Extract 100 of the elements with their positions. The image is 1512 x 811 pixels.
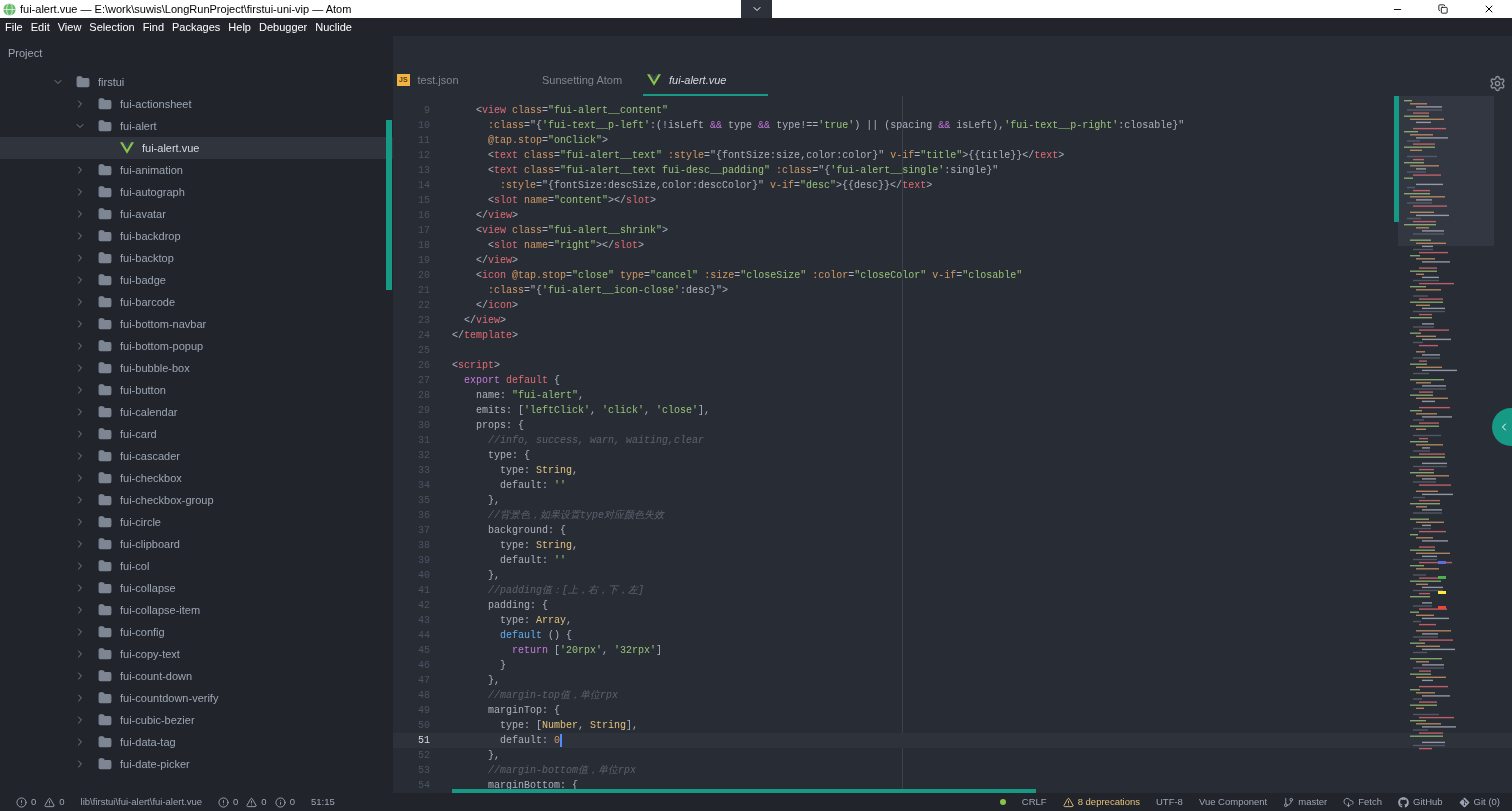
code-line: name: "fui-alert", — [475, 389, 585, 403]
status-item[interactable]: Vue Component — [1198, 794, 1268, 810]
folder-item[interactable]: fui-bubble-box — [0, 357, 393, 379]
menu-item[interactable]: Edit — [26, 18, 54, 36]
folder-item[interactable]: fui-config — [0, 621, 393, 643]
folder-item[interactable]: fui-badge — [0, 269, 393, 291]
code-line: default: '' — [499, 479, 567, 493]
menu-item[interactable]: Selection — [85, 18, 139, 36]
code-line: </view> — [463, 314, 507, 328]
line-number: 51 — [417, 734, 430, 748]
window-title: fui-alert.vue — E:\work\suwis\LongRunProject\firstui-uni-vip — Atom — [20, 1, 352, 17]
code-line: type: [Number, String], — [499, 719, 639, 733]
status-item[interactable]: Fetch — [1358, 794, 1383, 810]
status-item[interactable]: GitHub — [1413, 794, 1443, 810]
folder-item[interactable]: fui-backtop — [0, 247, 393, 269]
folder-item[interactable]: fui-checkbox — [0, 467, 393, 489]
folder-item[interactable]: fui-cascader — [0, 445, 393, 467]
folder-item[interactable]: fui-clipboard — [0, 533, 393, 555]
folder-item[interactable]: fui-data-tag — [0, 731, 393, 753]
code-line: :style="{fontSize:descSize,color:descColor}" v-if="desc">{{desc}}</text> — [499, 179, 933, 193]
code-line: </icon> — [475, 299, 519, 313]
folder-item[interactable]: fui-barcode — [0, 291, 393, 313]
folder-item[interactable]: fui-autograph — [0, 181, 393, 203]
code-line: props: { — [475, 419, 524, 433]
code-line: default: 0 — [499, 733, 563, 748]
menu-item[interactable]: Help — [224, 18, 255, 36]
folder-item[interactable]: fui-countdown-verify — [0, 687, 393, 709]
folder-item[interactable]: fui-avatar — [0, 203, 393, 225]
code-line: //info, success, warn, waiting,clear — [487, 434, 705, 448]
folder-item[interactable]: fui-col — [0, 555, 393, 577]
folder-item[interactable]: fui-bottom-navbar — [0, 313, 393, 335]
code-line: marginTop: { — [487, 704, 561, 718]
error-count: 0 — [233, 794, 239, 809]
code-line: </view> — [475, 209, 519, 223]
folder-item[interactable]: fui-actionsheet — [0, 93, 393, 115]
code-line: }, — [487, 494, 500, 508]
panel-title: Project — [8, 46, 43, 62]
code-line: type: String, — [499, 539, 579, 553]
folder-item[interactable]: fui-card — [0, 423, 393, 445]
folder-item[interactable]: fui-date-picker — [0, 753, 393, 775]
folder-item[interactable]: fui-alert — [0, 115, 393, 137]
code-line: return ['20rpx', '32rpx'] — [511, 644, 663, 658]
code-line: <view class="fui-alert__shrink"> — [475, 224, 669, 238]
menu-item[interactable]: File — [1, 18, 27, 36]
code-line: background: { — [487, 524, 567, 538]
folder-item[interactable]: fui-collapse — [0, 577, 393, 599]
file-path[interactable]: lib\firstui\fui-alert\fui-alert.vue — [80, 794, 203, 810]
folder-item[interactable]: fui-button — [0, 379, 393, 401]
warning-count: 0 — [59, 794, 65, 809]
status-item[interactable]: CRLF — [1021, 794, 1047, 810]
error-count: 0 — [31, 794, 37, 809]
code-line: <icon @tap.stop="close" type="cancel" :size="closeSize" :color="closeColor" v-if="closable" — [475, 269, 1023, 283]
folder-item[interactable]: fui-cubic-bezier — [0, 709, 393, 731]
code-line: }, — [487, 569, 500, 583]
code-line: <script> — [452, 359, 501, 373]
code-line: :class="{'fui-text__p-left':(!isLeft && type && type!=='true') || (spacing && isLeft),'fui-text__p-right':closable}" — [487, 119, 1185, 133]
folder-item[interactable]: fui-count-down — [0, 665, 393, 687]
code-line: } — [499, 659, 506, 673]
status-item[interactable]: master — [1298, 794, 1328, 810]
code-line: <text class="fui-alert__text" :style="{fontSize:size,color:color}" v-if="title">{{title}}</text> — [487, 149, 1065, 163]
editor-tab[interactable]: fui-alert.vue — [643, 66, 768, 96]
code-line: @tap.stop="onClick"> — [487, 134, 609, 148]
code-line: emits: ['leftClick', 'click', 'close'], — [475, 404, 711, 418]
menu-item[interactable]: View — [53, 18, 86, 36]
menu-item[interactable]: Nuclide — [311, 18, 356, 36]
tree-file[interactable]: fui-alert.vue — [0, 137, 393, 159]
folder-item[interactable]: fui-bottom-popup — [0, 335, 393, 357]
folder-item[interactable]: fui-collapse-item — [0, 599, 393, 621]
folder-item[interactable]: fui-checkbox-group — [0, 489, 393, 511]
folder-item[interactable]: fui-animation — [0, 159, 393, 181]
code-line: type: Array, — [499, 614, 573, 628]
code-line: type: String, — [499, 464, 579, 478]
editor-tab[interactable]: Sunsetting Atom — [518, 66, 643, 96]
menu-item[interactable]: Find — [138, 18, 169, 36]
code-line: }, — [487, 674, 500, 688]
cursor-position: 51:15 — [310, 794, 335, 809]
code-line: <slot name="right"></slot> — [487, 239, 645, 253]
folder-item[interactable]: fui-circle — [0, 511, 393, 533]
code-line: <view class="fui-alert__content" — [475, 104, 669, 118]
code-line: default: '' — [499, 554, 567, 568]
code-line: <slot name="content"></slot> — [487, 194, 657, 208]
status-item[interactable]: UTF-8 — [1156, 794, 1183, 810]
warning-count: 0 — [261, 794, 267, 809]
code-line: padding: { — [487, 599, 548, 613]
info-count: 0 — [289, 794, 295, 809]
status-item[interactable]: 8 deprecations — [1077, 794, 1140, 810]
menu-item[interactable]: Packages — [168, 18, 225, 36]
folder-item[interactable]: fui-backdrop — [0, 225, 393, 247]
code-line: default () { — [499, 629, 573, 643]
code-line: type: { — [487, 449, 530, 463]
folder-item[interactable]: firstui — [0, 71, 393, 93]
code-line: </view> — [475, 254, 519, 268]
folder-item[interactable]: fui-copy-text — [0, 643, 393, 665]
folder-item[interactable]: fui-calendar — [0, 401, 393, 423]
code-line: </template> — [452, 329, 519, 343]
status-item[interactable]: Git (0) — [1473, 794, 1500, 810]
code-line: }, — [487, 749, 500, 763]
code-line: export default { — [463, 374, 561, 388]
menu-item[interactable]: Debugger — [254, 18, 312, 36]
code-line: <text class="fui-alert__text fui-desc__padding" :class="{'fui-alert__single':single}" — [487, 164, 999, 178]
